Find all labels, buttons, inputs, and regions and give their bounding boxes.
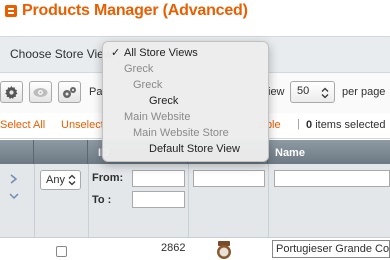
row-id: 2862: [161, 242, 186, 254]
row-name-input[interactable]: Portugieser Grande Co: [272, 240, 390, 258]
unselect-link[interactable]: Unselect: [61, 119, 104, 131]
preview-button[interactable]: [29, 81, 52, 103]
grid-filter-row: Any From: To :: [0, 164, 390, 238]
view-label: iew: [268, 86, 285, 98]
col-header-expand: [0, 140, 34, 164]
per-page-value: 50: [297, 85, 310, 97]
store-view-option[interactable]: ✓ All Store Views: [103, 45, 268, 61]
column-divider: [34, 164, 35, 238]
store-switcher-label: Choose Store View:: [10, 47, 116, 61]
page-icon: [5, 5, 17, 17]
gear-icon: [5, 85, 18, 99]
store-view-option-label: Default Store View: [149, 143, 240, 155]
id-from-input[interactable]: [132, 170, 185, 187]
id-to-input[interactable]: [132, 191, 185, 208]
row-checkbox[interactable]: [56, 246, 67, 257]
store-view-option[interactable]: Greck: [103, 61, 268, 77]
chevron-down-icon: [68, 174, 76, 186]
select-filter-value: Any: [46, 174, 65, 186]
items-selected-label: items selected: [315, 119, 386, 131]
id-filter-to-label: To :: [92, 194, 112, 206]
store-view-option[interactable]: Default Store View: [103, 141, 268, 157]
product-thumbnail: [217, 241, 231, 259]
select-all-link[interactable]: Select All: [0, 119, 45, 131]
store-view-option[interactable]: Greck: [103, 93, 268, 109]
eye-icon: [33, 87, 48, 97]
col-header-name[interactable]: Name: [275, 147, 305, 159]
store-view-option-label: Greck: [133, 79, 163, 91]
page-title: Products Manager (Advanced): [22, 2, 248, 19]
settings-button[interactable]: [0, 81, 23, 103]
items-selected: 0 items selected: [306, 119, 386, 131]
gears-icon: [63, 86, 76, 98]
store-view-option-label: All Store Views: [124, 47, 198, 59]
store-view-dropdown[interactable]: ✓ All Store Views Greck Greck Greck Main Webs…: [102, 41, 269, 162]
pagination-label: Pa: [89, 86, 103, 98]
checkmark-icon: ✓: [111, 47, 121, 59]
select-filter[interactable]: Any: [40, 170, 81, 190]
column-divider: [88, 164, 89, 238]
store-view-option-label: Main Website: [124, 111, 191, 123]
col-header-select[interactable]: [34, 140, 88, 164]
thumbnail-filter-input[interactable]: [193, 170, 265, 187]
store-view-option-label: Greck: [124, 63, 154, 75]
store-view-option-label: Main Website Store: [133, 127, 229, 139]
page-header: Products Manager (Advanced): [0, 0, 390, 26]
column-divider: [188, 164, 189, 238]
store-view-option-label: Greck: [149, 95, 179, 107]
name-filter-input[interactable]: [274, 170, 390, 187]
column-divider: [268, 164, 269, 238]
chevron-down-icon: [321, 87, 329, 99]
table-row[interactable]: 2862 Portugieser Grande Co: [0, 238, 390, 260]
store-view-option[interactable]: Greck: [103, 77, 268, 93]
per-page-select[interactable]: 50: [290, 81, 335, 103]
expand-arrows-icon[interactable]: [8, 174, 20, 204]
id-filter-from-label: From:: [92, 172, 124, 184]
actions-button[interactable]: [58, 81, 81, 103]
store-view-option[interactable]: Main Website Store: [103, 125, 268, 141]
per-page-label: per page: [342, 86, 386, 98]
store-view-option[interactable]: Main Website: [103, 109, 268, 125]
items-selected-count: 0: [306, 119, 313, 131]
separator: |: [297, 118, 300, 130]
